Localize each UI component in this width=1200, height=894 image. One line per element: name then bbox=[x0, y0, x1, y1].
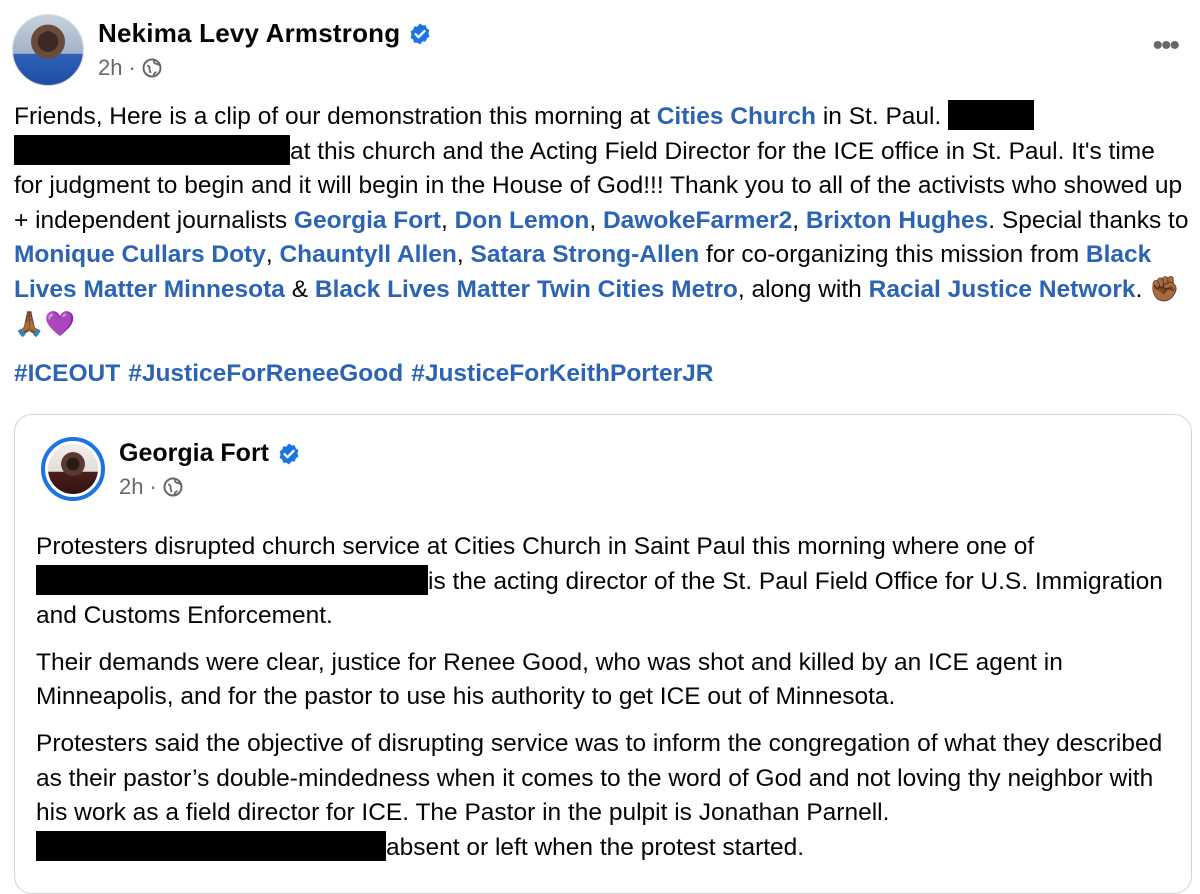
text-segment: absent or left when the protest started. bbox=[386, 833, 805, 861]
text-segment: , bbox=[440, 206, 455, 234]
redaction-bar bbox=[14, 134, 290, 165]
globe-icon bbox=[163, 477, 183, 497]
shared-post-card[interactable]: Georgia Fort 2h · Protesters disrupted c… bbox=[14, 414, 1192, 894]
text-segment: Friends, Here is a clip of our demonstra… bbox=[14, 103, 657, 130]
author-name[interactable]: Nekima Levy Armstrong bbox=[98, 18, 400, 49]
time-separator: · bbox=[128, 55, 136, 80]
shared-author-meta: Georgia Fort 2h · bbox=[119, 439, 301, 501]
link-satara-strong-allen[interactable]: Satara Strong-Allen bbox=[471, 241, 700, 268]
post-time-row: 2h · bbox=[98, 55, 432, 81]
text-segment: , bbox=[589, 206, 603, 234]
link-chauntyll-allen[interactable]: Chauntyll Allen bbox=[279, 241, 456, 268]
post-time[interactable]: 2h bbox=[98, 55, 122, 81]
link-monique-cullars-doty[interactable]: Monique Cullars Doty bbox=[14, 241, 266, 268]
text-segment: , bbox=[792, 206, 806, 234]
facebook-post: Nekima Levy Armstrong 2h · ••• Friends, … bbox=[0, 0, 1200, 894]
avatar-photo bbox=[48, 444, 98, 494]
author-name-row: Nekima Levy Armstrong bbox=[98, 18, 432, 49]
text-segment: Protesters said the objective of disrupt… bbox=[36, 729, 1163, 827]
link-georgia-fort[interactable]: Georgia Fort bbox=[294, 207, 441, 234]
author-meta: Nekima Levy Armstrong 2h · bbox=[98, 18, 432, 86]
text-segment: . bbox=[1135, 275, 1150, 303]
more-options-icon[interactable]: ••• bbox=[1152, 31, 1179, 61]
text-segment: in St. Paul. bbox=[816, 103, 949, 130]
shared-author-name[interactable]: Georgia Fort bbox=[119, 439, 269, 468]
link-brixton-hughes[interactable]: Brixton Hughes bbox=[806, 207, 988, 234]
verified-badge-icon bbox=[410, 23, 430, 44]
hashtag-link[interactable]: #ICEOUT bbox=[14, 360, 120, 387]
globe-icon bbox=[142, 58, 162, 78]
text-segment: & bbox=[284, 275, 315, 303]
link-racial-justice-network[interactable]: Racial Justice Network bbox=[869, 276, 1136, 303]
text-segment: . Special thanks to bbox=[988, 206, 1189, 234]
text-segment: , along with bbox=[737, 275, 869, 303]
hashtag-link[interactable]: #JusticeForKeithPorterJR bbox=[411, 360, 713, 387]
author-avatar[interactable] bbox=[12, 14, 84, 86]
shared-post-text: Protesters disrupted church service at C… bbox=[36, 530, 1176, 877]
shared-post-time[interactable]: 2h bbox=[119, 474, 143, 500]
link-don-lemon[interactable]: Don Lemon bbox=[455, 207, 590, 234]
verified-badge-icon bbox=[279, 443, 299, 464]
redaction-bar bbox=[36, 564, 428, 595]
time-separator: · bbox=[149, 474, 157, 499]
text-segment: , bbox=[265, 241, 280, 269]
link-cities-church[interactable]: Cities Church bbox=[657, 103, 816, 130]
post-text: Friends, Here is a clip of our demonstra… bbox=[14, 100, 1190, 342]
shared-paragraph-2: Their demands were clear, justice for Re… bbox=[36, 648, 1063, 711]
shared-paragraph-1: Protesters disrupted church service at C… bbox=[36, 530, 1176, 634]
shared-author-avatar[interactable] bbox=[41, 437, 105, 501]
text-segment: , bbox=[456, 241, 471, 269]
hashtags: #ICEOUT #JusticeForReneeGood #JusticeForKe… bbox=[14, 360, 721, 388]
shared-post-time-row: 2h · bbox=[119, 474, 301, 500]
post-header: Nekima Levy Armstrong 2h · bbox=[12, 14, 432, 86]
link-dawokefarmer2[interactable]: DawokeFarmer2 bbox=[603, 207, 792, 234]
text-segment: Protesters disrupted church service at C… bbox=[36, 533, 1035, 560]
shared-post-header: Georgia Fort 2h · bbox=[41, 437, 301, 501]
shared-paragraph-3: Protesters said the objective of disrupt… bbox=[36, 727, 1176, 865]
link-blm-twin-cities-metro[interactable]: Black Lives Matter Twin Cities Metro bbox=[315, 276, 738, 303]
hashtag-link[interactable]: #JusticeForReneeGood bbox=[128, 360, 403, 387]
redaction-bar bbox=[948, 100, 1035, 130]
shared-author-name-row: Georgia Fort bbox=[119, 439, 301, 468]
text-segment: for co-organizing this mission from bbox=[699, 241, 1086, 269]
redaction-bar bbox=[36, 830, 386, 861]
